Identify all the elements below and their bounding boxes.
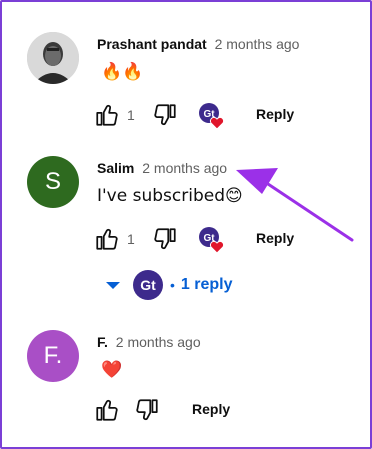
- avatar-letter: F.: [43, 342, 63, 369]
- thumbs-up-icon: [96, 399, 118, 421]
- reply-button[interactable]: Reply: [192, 395, 230, 423]
- like-button[interactable]: [94, 396, 120, 424]
- comment-author-line: F. 2 months ago: [97, 334, 201, 350]
- like-button[interactable]: [94, 225, 120, 253]
- dislike-button[interactable]: [152, 225, 178, 253]
- avatar[interactable]: [27, 32, 79, 84]
- comment-time[interactable]: 2 months ago: [142, 160, 227, 176]
- thumbs-up-icon: [96, 104, 118, 126]
- creator-heart-icon: Gt: [199, 103, 225, 130]
- thumbs-down-icon: [154, 104, 176, 126]
- view-replies-button[interactable]: Gt • 1 reply: [104, 268, 233, 302]
- author-name[interactable]: Salim: [97, 160, 134, 176]
- like-count: 1: [127, 107, 135, 123]
- replies-count-label: 1 reply: [180, 276, 233, 293]
- creator-heart-icon: Gt: [199, 227, 225, 254]
- comment-author-line: Prashant pandat 2 months ago: [97, 36, 299, 52]
- comment-time[interactable]: 2 months ago: [116, 334, 201, 350]
- comment-text: I've subscribed😊: [97, 186, 243, 206]
- dislike-button[interactable]: [134, 396, 160, 424]
- author-name[interactable]: F.: [97, 334, 108, 350]
- creator-avatar-icon: Gt: [133, 270, 163, 300]
- creator-heart-badge: Gt: [198, 102, 226, 130]
- creator-heart-badge: Gt: [198, 226, 226, 254]
- separator-dot: •: [170, 277, 175, 293]
- svg-text:Gt: Gt: [140, 277, 156, 293]
- thumbs-down-icon: [154, 228, 176, 250]
- avatar[interactable]: S: [27, 156, 79, 208]
- person-photo-icon: [27, 32, 79, 84]
- thumbs-down-icon: [136, 399, 158, 421]
- comment-author-line: Salim 2 months ago: [97, 160, 227, 176]
- caret-down-icon: [106, 282, 120, 289]
- like-count: 1: [127, 231, 135, 247]
- thumbs-up-icon: [96, 228, 118, 250]
- dislike-button[interactable]: [152, 101, 178, 129]
- reply-button[interactable]: Reply: [256, 224, 294, 252]
- comment-text: 🔥🔥: [101, 62, 144, 82]
- avatar-letter: S: [44, 168, 61, 195]
- avatar[interactable]: F.: [27, 330, 79, 382]
- comment-time[interactable]: 2 months ago: [215, 36, 300, 52]
- comment-text: ❤️: [101, 360, 123, 380]
- like-button[interactable]: [94, 101, 120, 129]
- reply-button[interactable]: Reply: [256, 100, 294, 128]
- author-name[interactable]: Prashant pandat: [97, 36, 207, 52]
